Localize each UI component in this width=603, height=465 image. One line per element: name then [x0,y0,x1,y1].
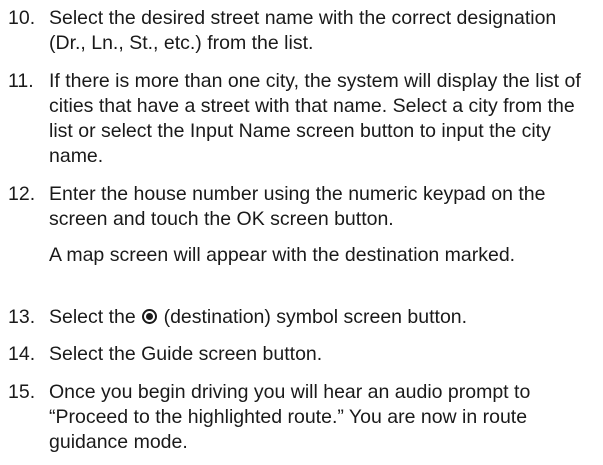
step-text-before: Select the [49,306,136,328]
step-text: Select the desired street name with the … [49,7,557,54]
step-number: 14. [8,343,36,365]
step-number: 10. [8,7,36,29]
step-text: If there is more than one city, the syst… [49,70,581,167]
step-11: 11. If there is more than one city, the … [8,69,598,169]
step-note: A map screen will appear with the destin… [49,244,516,266]
step-number: 13. [8,306,36,328]
step-15: 15. Once you begin driving you will hear… [8,380,598,455]
step-text: Select the (destination) symbol screen b… [49,305,598,330]
destination-symbol-icon [142,309,158,324]
step-text: Select the Guide screen button. [49,343,323,365]
instruction-page: 10. Select the desired street name with … [0,0,603,465]
step-text-after: (destination) symbol screen button. [163,306,468,328]
step-number: 15. [8,381,36,403]
step-14: 14. Select the Guide screen button. [8,342,598,367]
step-10: 10. Select the desired street name with … [8,6,598,56]
step-12: 12. Enter the house number using the num… [8,182,598,232]
step-text: Once you begin driving you will hear an … [49,381,531,453]
step-13: 13. Select the (destination) symbol scre… [8,305,598,330]
step-number: 11. [8,70,34,92]
step-text: Enter the house number using the numeric… [49,183,546,230]
step-number: 12. [8,183,36,205]
